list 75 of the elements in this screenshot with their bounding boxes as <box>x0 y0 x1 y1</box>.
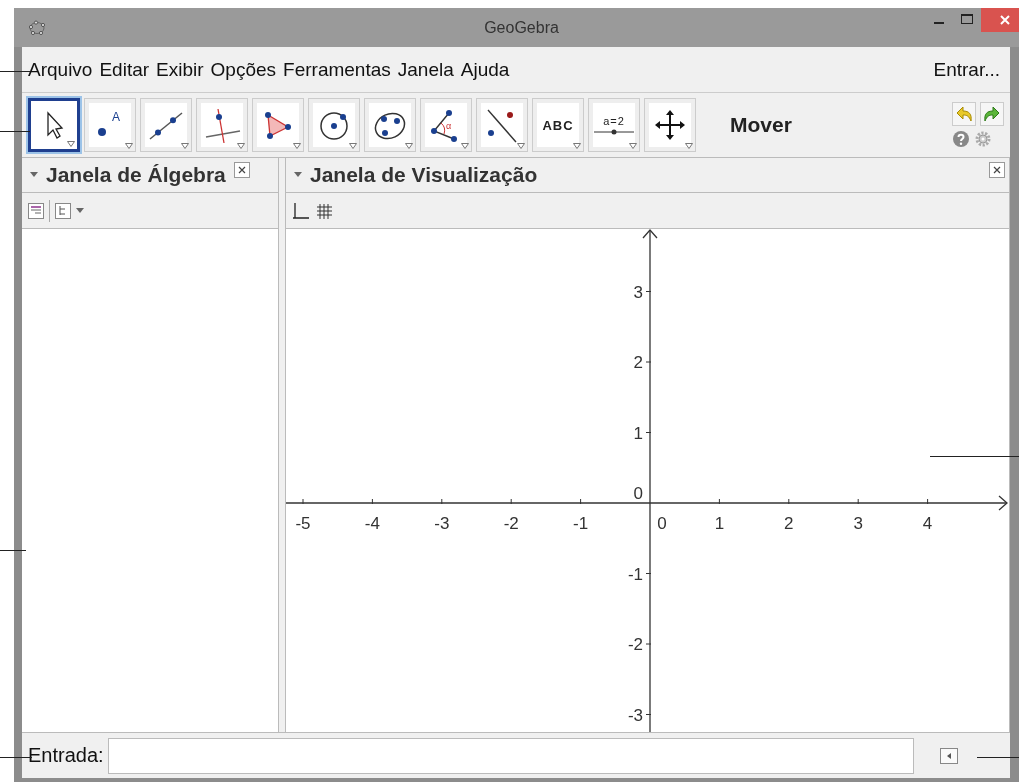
y-tick-label: -1 <box>627 564 643 584</box>
menu-item[interactable]: Exibir <box>156 58 204 81</box>
tool-button[interactable]: a=2 <box>588 98 640 152</box>
redo-button[interactable] <box>980 102 1004 126</box>
tool-button[interactable]: A <box>84 98 136 152</box>
menu-item[interactable]: Janela <box>397 58 454 81</box>
undo-button[interactable] <box>952 102 976 126</box>
x-tick-label: -1 <box>573 514 589 533</box>
menu-item[interactable]: Editar <box>99 58 150 81</box>
window-title: GeoGebra <box>483 18 560 37</box>
y-tick-label: 1 <box>633 423 643 443</box>
leader-line <box>0 757 32 758</box>
dropdown-triangle-icon[interactable] <box>76 207 84 214</box>
dropdown-triangle-icon <box>685 143 693 149</box>
panel-title: Janela de Álgebra <box>46 163 226 187</box>
minimize-icon <box>934 22 944 24</box>
undo-icon <box>955 106 973 122</box>
axes-icon[interactable] <box>292 201 310 220</box>
dropdown-triangle-icon <box>461 143 469 149</box>
dropdown-triangle-icon <box>181 143 189 149</box>
dropdown-triangle-icon <box>293 143 301 149</box>
collapse-triangle-icon[interactable] <box>294 172 302 178</box>
tool-button[interactable]: ABC <box>532 98 584 152</box>
close-icon <box>1000 15 1010 25</box>
close-button[interactable] <box>989 162 1005 178</box>
tool-button[interactable] <box>28 98 80 152</box>
x-tick-label: 2 <box>784 514 794 533</box>
menu-item[interactable]: Opções <box>210 58 277 81</box>
x-tick-label: -4 <box>364 514 380 533</box>
tree-view-icon[interactable] <box>55 202 71 219</box>
grid-icon[interactable] <box>315 201 333 220</box>
leader-line <box>0 550 26 551</box>
x-tick-label: -2 <box>503 514 519 533</box>
close-icon <box>993 166 1001 174</box>
sort-icon[interactable] <box>28 202 44 219</box>
sign-in-link[interactable]: Entrar... <box>933 58 1000 81</box>
maximize-icon <box>961 14 973 24</box>
slider-icon <box>594 129 634 135</box>
dropdown-triangle-icon <box>125 143 133 149</box>
menu-item[interactable]: Ajuda <box>460 58 510 81</box>
dropdown-triangle-icon <box>405 143 413 149</box>
leader-line <box>0 71 30 72</box>
tool-button[interactable]: α <box>420 98 472 152</box>
toggle-button[interactable] <box>939 747 958 764</box>
y-tick-label: 2 <box>633 353 643 372</box>
x-tick-label: -5 <box>295 514 311 533</box>
y-tick-label: 3 <box>633 282 643 302</box>
leader-line <box>0 131 30 132</box>
help-icon[interactable] <box>952 130 970 148</box>
app-logo-icon <box>28 18 46 37</box>
dropdown-triangle-icon <box>517 143 525 149</box>
x-tick-label: 4 <box>922 514 933 533</box>
dropdown-triangle-icon <box>237 143 245 149</box>
leader-line <box>977 757 1019 758</box>
menu-item[interactable]: Arquivo <box>28 58 93 81</box>
panel-title: Janela de Visualização <box>310 163 538 187</box>
close-button[interactable] <box>233 162 250 178</box>
close-icon <box>237 166 246 174</box>
y-tick-label: -2 <box>627 635 643 654</box>
y-tick-label: -3 <box>627 705 643 725</box>
dropdown-triangle-icon <box>573 143 581 149</box>
collapse-triangle-icon[interactable] <box>30 172 38 178</box>
redo-icon <box>983 106 1001 122</box>
dropdown-triangle-icon <box>67 141 75 147</box>
y-tick-label: 0 <box>633 484 643 503</box>
x-tick-label: 0 <box>657 514 667 533</box>
input-label: Entrada: <box>28 744 104 767</box>
tool-name: Mover <box>730 113 792 137</box>
input-field[interactable] <box>107 737 914 774</box>
x-tick-label: 1 <box>714 514 725 533</box>
x-tick-label: -3 <box>434 514 450 533</box>
dropdown-triangle-icon <box>629 143 637 149</box>
menu-item[interactable]: Ferramentas <box>283 58 391 81</box>
dropdown-triangle-icon <box>349 143 357 149</box>
x-tick-label: 3 <box>853 514 863 533</box>
